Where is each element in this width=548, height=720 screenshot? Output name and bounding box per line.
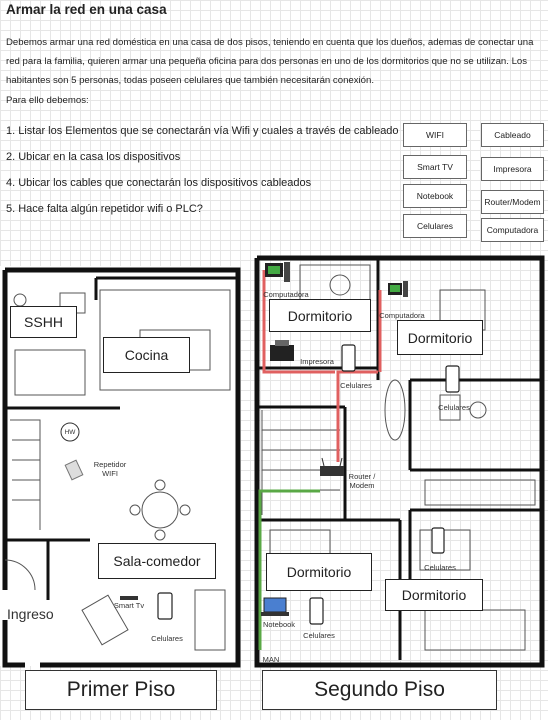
room-cocina: Cocina [103,337,190,373]
floor2-celulares-label-4: Celulares [303,631,335,640]
room-dormitorio-4: Dormitorio [385,579,483,611]
room-sala-comedor: Sala-comedor [98,543,216,579]
room-dormitorio-1: Dormitorio [269,299,371,332]
notebook-icon [261,597,289,616]
floor2-title: Segundo Piso [262,670,497,710]
room-sshh: SSHH [10,306,77,338]
impresora-label: Impresora [300,357,334,366]
computer-icon-2 [388,281,408,297]
floor-plans-drawing [2,255,545,668]
tv-icon [120,596,138,600]
computadora-label-2: Computadora [379,311,425,320]
ingreso-label: Ingreso [7,606,54,622]
repeater-icon [64,459,84,481]
router-label: Router / Modem [348,472,376,490]
floor2-celulares-label-3: Celulares [424,563,456,572]
smart-tv-label: Smart Tv [113,601,145,610]
router-icon [320,457,344,476]
repeater-label: Repetidor WIFI [93,460,127,478]
man-label: MAN [262,655,280,664]
computer-icon-1 [265,262,290,282]
computadora-label-1: Computadora [263,290,309,299]
printer-icon [270,340,294,361]
notebook-label: Notebook [262,620,296,629]
floor1-celulares-label: Celulares [151,634,183,643]
floor2-celulares-label-2: Celulares [438,403,470,412]
room-dormitorio-2: Dormitorio [397,320,483,355]
floor2-celulares-label-1: Celulares [340,381,372,390]
hw-label: HW [64,429,76,436]
floor1-title: Primer Piso [25,670,217,710]
room-dormitorio-3: Dormitorio [266,553,372,591]
